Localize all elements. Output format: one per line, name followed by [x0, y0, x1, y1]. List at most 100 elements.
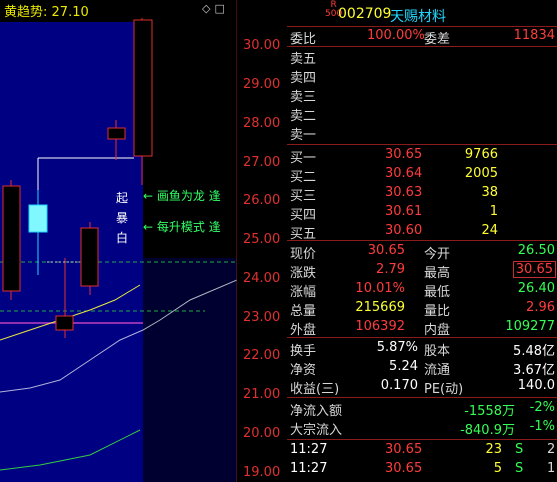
ask-row[interactable]: 卖四	[287, 65, 557, 86]
tick-volume: 5	[493, 461, 502, 476]
turnover-value: 5.87%	[376, 340, 418, 355]
high-value: 30.65	[512, 261, 556, 278]
candle	[80, 227, 99, 287]
quote-row: 外盘 106392 内盘 109277	[287, 317, 557, 338]
left-arrow-icon: ←	[143, 220, 154, 234]
inner-label: 内盘	[424, 323, 451, 338]
quote-row: 涨幅 10.01% 最低 26.40	[287, 279, 557, 300]
bid-volume: 2005	[464, 166, 498, 181]
signal-char: 白	[116, 231, 129, 245]
netflow-pct: -2%	[529, 400, 555, 415]
low-value: 26.40	[517, 281, 555, 296]
axis-tick: 28.00	[243, 116, 281, 131]
ask-label: 卖一	[290, 128, 317, 143]
left-arrow-icon: ←	[143, 189, 154, 203]
axis-tick: 19.00	[243, 465, 281, 480]
axis-tick: 22.00	[243, 348, 281, 363]
eps-label: 收益(三)	[290, 382, 340, 397]
flow-row: 净流入额 -1558万 -2%	[287, 398, 557, 419]
quote-row: 总量 215669 量比 2.96	[287, 298, 557, 319]
bid-row[interactable]: 买四 30.61 1	[287, 202, 557, 223]
quote-row: 现价 30.65 今开 26.50	[287, 241, 557, 262]
chart-toolbar: ◇□	[202, 2, 229, 15]
tick-row[interactable]: 11:27 30.65 5 S 1	[287, 459, 557, 479]
signal-char: 起	[116, 191, 129, 205]
bid-price: 30.64	[385, 166, 423, 181]
candle	[2, 185, 21, 292]
tick-count: 1	[547, 461, 556, 476]
netasset-value: 5.24	[389, 359, 418, 374]
blockflow-label: 大宗流入	[290, 423, 343, 438]
fundamental-row: 净资 5.24 流通 3.67亿	[287, 357, 557, 378]
bid-price: 30.61	[385, 204, 423, 219]
chart-highlight-zone	[0, 22, 143, 482]
bid-price: 30.65	[385, 147, 423, 162]
ask-row[interactable]: 卖一	[287, 122, 557, 143]
pe-label: PE(动)	[424, 382, 464, 397]
bid-row[interactable]: 买二 30.64 2005	[287, 164, 557, 185]
diamond-icon[interactable]: ◇	[202, 2, 214, 15]
axis-tick: 21.00	[243, 387, 281, 402]
bid-row[interactable]: 买一 30.65 9766	[287, 145, 557, 166]
inner-value: 109277	[505, 319, 555, 334]
tick-volume: 23	[485, 442, 502, 457]
ask-row[interactable]: 卖五	[287, 46, 557, 67]
ratio-label: 委比	[290, 32, 317, 47]
bid-price: 30.60	[385, 223, 423, 238]
tick-time: 11:27	[290, 461, 328, 476]
fundamental-row: 换手 5.87% 股本 5.48亿	[287, 338, 557, 359]
indicator-readout: 黄趋势: 27.10	[4, 5, 89, 20]
signal-label-2: ← 每升模式 逢	[143, 218, 221, 235]
pe-value: 140.0	[517, 378, 555, 393]
candle	[107, 127, 126, 140]
tick-time: 11:27	[290, 442, 328, 457]
bid-volume: 24	[481, 223, 498, 238]
diff-value: 11834	[513, 28, 555, 43]
axis-tick: 25.00	[243, 232, 281, 247]
signal-vertical-label: 起 暴 白	[116, 188, 128, 248]
ask-row[interactable]: 卖二	[287, 103, 557, 124]
candle	[55, 315, 74, 331]
outer-value: 106392	[355, 319, 405, 334]
tick-side: S	[515, 442, 524, 457]
flow-row: 大宗流入 -840.9万 -1%	[287, 417, 557, 438]
bid-volume: 1	[489, 204, 498, 219]
bid-row[interactable]: 买五 30.60 24	[287, 221, 557, 242]
quote-panel: R 500 002709 天赐材料 委比 100.00% 委差 11834 卖五…	[287, 0, 557, 482]
eps-value: 0.170	[380, 378, 418, 393]
stock-header[interactable]: R 500 002709 天赐材料	[287, 1, 557, 26]
candle	[28, 204, 48, 233]
square-icon[interactable]: □	[214, 2, 228, 15]
quote-row: 涨跌 2.79 最高 30.65	[287, 260, 557, 281]
stock-name: 天赐材料	[390, 9, 446, 25]
tick-price: 30.65	[385, 442, 423, 457]
tick-price: 30.65	[385, 461, 423, 476]
outer-label: 外盘	[290, 323, 317, 338]
signal-text-1: 画鱼为龙 逢	[156, 189, 221, 203]
blockflow-pct: -1%	[529, 419, 555, 434]
tick-side: S	[515, 461, 524, 476]
bid-price: 30.63	[385, 185, 423, 200]
axis-tick: 26.00	[243, 193, 281, 208]
signal-label-1: ← 画鱼为龙 逢	[143, 187, 221, 204]
open-value: 26.50	[517, 243, 555, 258]
signal-char: 暴	[116, 211, 129, 225]
pct-value: 10.01%	[355, 281, 405, 296]
candlestick-chart[interactable]: 黄趋势: 27.10 ◇□ 起 暴 白 ← 画鱼为龙 逢 ← 每升模式 逢	[0, 0, 237, 482]
stock-code: 002709	[338, 6, 392, 22]
axis-tick: 23.00	[243, 310, 281, 325]
indicator-label: 黄趋势	[4, 5, 44, 20]
ask-row[interactable]: 卖三	[287, 84, 557, 105]
tick-count: 2	[547, 442, 556, 457]
bid-row[interactable]: 买三 30.63 38	[287, 183, 557, 204]
order-ratio-row: 委比 100.00% 委差 11834	[287, 26, 557, 47]
signal-text-2: 每升模式 逢	[156, 220, 221, 234]
indicator-value: 27.10	[51, 5, 89, 20]
price-axis: 30.00 29.00 28.00 27.00 26.00 25.00 24.0…	[237, 0, 286, 482]
axis-tick: 24.00	[243, 271, 281, 286]
tick-row[interactable]: 11:27 30.65 23 S 2	[287, 440, 557, 460]
price-value: 30.65	[367, 243, 405, 258]
bid-volume: 9766	[464, 147, 498, 162]
fundamental-row: 收益(三) 0.170 PE(动) 140.0	[287, 376, 557, 397]
diff-label: 委差	[424, 32, 451, 47]
